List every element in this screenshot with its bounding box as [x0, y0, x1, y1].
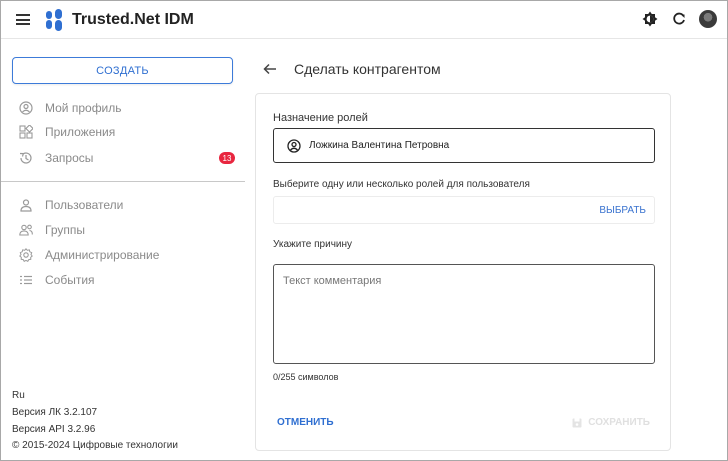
sidebar-item-label: Пользователи	[45, 198, 124, 212]
sidebar-item-users[interactable]: Пользователи	[19, 195, 239, 215]
copyright: © 2015-2024 Цифровые технологии	[12, 440, 178, 451]
page-header: Сделать контрагентом	[262, 59, 441, 79]
user-icon	[19, 198, 33, 212]
sidebar-item-apps[interactable]: Приложения	[19, 122, 239, 142]
menu-icon[interactable]	[16, 14, 30, 25]
history-icon	[19, 151, 33, 165]
avatar[interactable]	[699, 10, 717, 28]
roles-select-field[interactable]: ВЫБРАТЬ	[273, 196, 655, 224]
back-arrow-icon[interactable]	[262, 61, 278, 77]
apps-icon	[19, 125, 33, 139]
sidebar-item-label: Группы	[45, 223, 85, 237]
page-title: Сделать контрагентом	[294, 61, 441, 77]
save-label: СОХРАНИТЬ	[588, 417, 650, 428]
sidebar-item-label: Приложения	[45, 125, 116, 139]
app-title: Trusted.Net IDM	[72, 11, 194, 28]
language-label[interactable]: Ru	[12, 390, 25, 401]
select-roles-button[interactable]: ВЫБРАТЬ	[599, 205, 646, 216]
create-button[interactable]: СОЗДАТЬ	[12, 57, 233, 84]
assignee-name: Ложкина Валентина Петровна	[309, 140, 450, 151]
char-counter: 0/255 символов	[273, 372, 339, 382]
sidebar-item-requests[interactable]: Запросы 13	[19, 148, 239, 168]
select-roles-label: Выберите одну или несколько ролей для по…	[273, 179, 530, 190]
person-icon	[287, 138, 301, 153]
reason-label: Укажите причину	[273, 239, 353, 250]
sidebar-item-label: Мой профиль	[45, 101, 122, 115]
form-card: Назначение ролей Ложкина Валентина Петро…	[255, 93, 671, 451]
sidebar-item-profile[interactable]: Мой профиль	[19, 98, 239, 118]
version-lk: Версия ЛК 3.2.107	[12, 407, 98, 418]
sidebar-item-label: События	[45, 273, 95, 287]
logo-icon	[46, 9, 62, 31]
cancel-button[interactable]: ОТМЕНИТЬ	[277, 417, 334, 428]
profile-icon	[19, 101, 33, 115]
roles-label: Назначение ролей	[273, 112, 368, 124]
save-icon	[572, 418, 582, 427]
settings-icon	[19, 248, 33, 262]
requests-count-badge: 13	[219, 152, 235, 164]
theme-icon[interactable]	[641, 10, 659, 28]
comment-textarea[interactable]	[273, 264, 655, 364]
sidebar-divider	[1, 181, 245, 182]
assignee-field[interactable]: Ложкина Валентина Петровна	[273, 128, 655, 163]
sidebar-item-events[interactable]: События	[19, 270, 239, 290]
top-bar: Trusted.Net IDM	[1, 1, 727, 39]
refresh-icon[interactable]	[670, 10, 688, 28]
group-icon	[19, 223, 33, 237]
events-icon	[19, 273, 33, 287]
sidebar: СОЗДАТЬ Мой профиль Приложения Запросы 1…	[1, 40, 245, 460]
app-window: Trusted.Net IDM СОЗДАТЬ Мой профиль Прил…	[0, 0, 728, 461]
sidebar-item-label: Администрирование	[45, 248, 160, 262]
sidebar-item-administration[interactable]: Администрирование	[19, 245, 239, 265]
top-actions	[641, 10, 717, 28]
version-api: Версия API 3.2.96	[12, 424, 96, 435]
save-button[interactable]: СОХРАНИТЬ	[572, 417, 650, 428]
sidebar-item-label: Запросы	[45, 151, 94, 165]
sidebar-item-groups[interactable]: Группы	[19, 220, 239, 240]
